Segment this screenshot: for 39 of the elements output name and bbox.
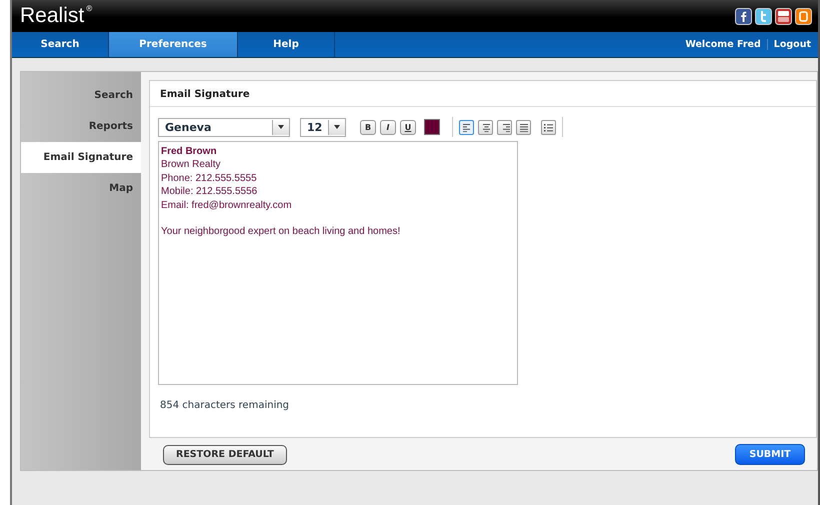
restore-default-button[interactable]: RESTORE DEFAULT <box>163 444 287 464</box>
sidebar-item[interactable]: Email Signature <box>21 142 141 173</box>
characters-remaining: 854 characters remaining <box>159 399 290 411</box>
signature-line: Phone: 212.555.5555 <box>161 172 258 186</box>
signature-line: Brown Realty <box>161 158 222 172</box>
bullet-list-icon <box>543 122 554 132</box>
signature-line: Mobile: 212.555.5556 <box>161 185 258 199</box>
align-left-button[interactable] <box>459 120 474 134</box>
underline-button[interactable]: U <box>400 120 416 134</box>
nav-tab[interactable]: Help <box>238 32 335 57</box>
sidebar-item[interactable]: Search <box>21 80 141 111</box>
font-select[interactable]: Geneva <box>158 118 290 136</box>
facebook-icon[interactable] <box>735 8 752 24</box>
align-right-button[interactable] <box>497 120 512 134</box>
welcome-text: Welcome Fred <box>685 39 761 50</box>
caret-icon <box>334 125 340 129</box>
sidebar-item[interactable]: Map <box>21 173 141 204</box>
signature-line: Your neighborgood expert on beach living and homes! <box>161 225 402 238</box>
nav-tab[interactable]: Preferences <box>109 32 238 57</box>
align-left-icon <box>461 122 472 132</box>
signature-line: Fred Brown <box>161 145 218 158</box>
caret-icon <box>278 125 284 129</box>
align-center-button[interactable] <box>478 120 493 134</box>
section-title: Email Signature <box>150 81 816 107</box>
size-select[interactable]: 12 <box>300 118 346 136</box>
signature-editor[interactable]: Fred Brown Brown Realty Phone: 212.555.5555 Mobile: 212.555.5556 Email: fred@brownrealty.com Your neighborgood expert on beach living and homes! <box>158 141 518 385</box>
twitter-icon[interactable] <box>755 8 772 24</box>
text-color-swatch[interactable] <box>424 119 440 135</box>
sidebar-item[interactable]: Reports <box>21 111 141 142</box>
italic-button[interactable]: I <box>380 120 396 134</box>
submit-button[interactable]: SUBMIT <box>735 444 805 465</box>
logo: Realist® <box>20 4 92 28</box>
align-center-icon <box>480 122 491 132</box>
bold-button[interactable]: B <box>360 120 376 134</box>
list-button[interactable] <box>541 120 556 134</box>
logout-link[interactable]: Logout <box>774 39 811 50</box>
signature-line: Email: fred@brownrealty.com <box>161 198 293 212</box>
align-justify-button[interactable] <box>516 120 531 134</box>
align-justify-icon <box>518 122 529 132</box>
